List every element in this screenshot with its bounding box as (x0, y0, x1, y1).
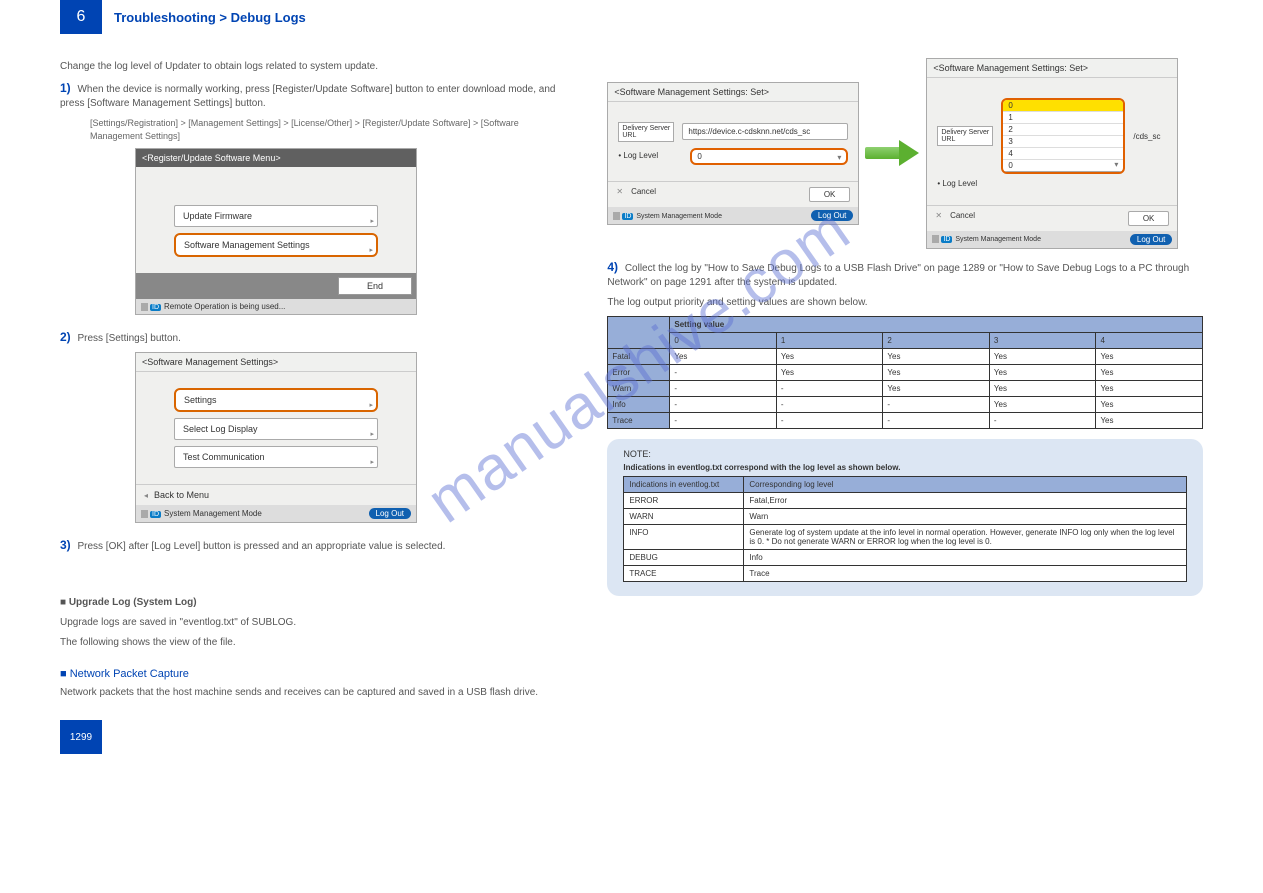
page-number-box: 1299 (60, 720, 102, 754)
mini1-logout-button[interactable]: Log Out (811, 210, 853, 221)
triangle-left-icon: ◂ (144, 491, 148, 500)
device1-status: IDRemote Operation is being used... (136, 299, 416, 314)
device2-settings-btn[interactable]: Settings▸ (174, 388, 378, 412)
network-capture-text: Network packets that the host machine se… (60, 686, 567, 700)
mini2-url-tail: /cds_sc (1133, 132, 1167, 141)
dropdown-option[interactable]: 3 (1003, 136, 1123, 148)
device1-end-button[interactable]: End (338, 277, 412, 295)
lock-icon (613, 212, 620, 220)
device2-status: IDSystem Management Mode Log Out (136, 505, 416, 522)
mini1-status: IDSystem Management Mode Log Out (608, 207, 858, 224)
table-row: WARNWarn (624, 508, 1187, 524)
dropdown-option[interactable]: 2 (1003, 124, 1123, 136)
table-row: DEBUGInfo (624, 549, 1187, 565)
mini2-status: IDSystem Management Mode Log Out (927, 231, 1177, 248)
table-row: Warn--YesYesYes (608, 380, 1203, 396)
step-1-path: [Settings/Registration] > [Management Se… (90, 117, 567, 142)
device-shot-settings: <Software Management Settings> Settings▸… (135, 352, 417, 523)
mini1-url-input[interactable]: https://device.c-cdsknn.net/cds_sc (682, 123, 848, 140)
mini2-url-label[interactable]: Delivery Server URL (937, 126, 993, 147)
note-box: NOTE: Indications in eventlog.txt corres… (607, 439, 1203, 596)
left-column: Change the log level of Updater to obtai… (60, 54, 567, 754)
priority-intro: The log output priority and setting valu… (607, 296, 1203, 310)
device2-logout-button[interactable]: Log Out (369, 508, 411, 519)
mini2-cancel-button[interactable]: Cancel (946, 209, 979, 222)
step-2: 2) Press [Settings] button. (60, 329, 567, 346)
mini2-ok-button[interactable]: OK (1128, 211, 1170, 226)
view-p1: Upgrade logs are saved in "eventlog.txt"… (60, 616, 567, 630)
view-subhead: ■ Upgrade Log (System Log) (60, 596, 567, 610)
note-table: Indications in eventlog.txt Correspondin… (623, 476, 1187, 582)
step-1: 1) When the device is normally working, … (60, 80, 567, 111)
chapter-number-box: 6 (60, 0, 102, 34)
mini2-logout-button[interactable]: Log Out (1130, 234, 1172, 245)
device2-select-log-display[interactable]: Select Log Display▸ (174, 418, 378, 440)
lock-icon (932, 235, 939, 243)
dropdown-option[interactable]: 0 (1003, 100, 1123, 112)
id-badge-icon: ID (941, 236, 952, 243)
table-row: INFOGenerate log of system update at the… (624, 524, 1187, 549)
device1-software-mgmt-settings[interactable]: Software Management Settings▸ (174, 233, 378, 257)
mini1-title: <Software Management Settings: Set> (608, 83, 858, 102)
network-capture-head: ■ Network Packet Capture (60, 668, 567, 680)
lock-icon (141, 510, 148, 518)
device1-update-firmware[interactable]: Update Firmware▸ (174, 205, 378, 227)
header-breadcrumb: Troubleshooting > Debug Logs (114, 10, 306, 25)
priority-table: Setting value 0 1 2 3 4 FatalYesYesYesYe… (607, 316, 1203, 429)
device1-title: <Register/Update Software Menu> (136, 149, 416, 167)
device2-test-communication[interactable]: Test Communication▸ (174, 446, 378, 468)
close-icon: ✕ (616, 187, 623, 196)
table-row: ERRORFatal,Error (624, 492, 1187, 508)
step-3: 3) Press [OK] after [Log Level] button i… (60, 537, 567, 554)
chevron-right-icon: ▸ (370, 458, 374, 466)
right-column: <Software Management Settings: Set> Deli… (607, 54, 1203, 754)
mini1-url-label[interactable]: Delivery Server URL (618, 122, 674, 143)
table-row: Info---YesYes (608, 396, 1203, 412)
note-title: NOTE: (623, 449, 1187, 459)
mini1-loglevel-label: • Log Level (618, 152, 682, 161)
intro-text: Change the log level of Updater to obtai… (60, 60, 567, 74)
mini2-title: <Software Management Settings: Set> (927, 59, 1177, 78)
id-badge-icon: ID (622, 213, 633, 220)
mini2-loglevel-label: • Log Level (937, 180, 1001, 189)
priority-table-header: Setting value (670, 316, 1203, 332)
chevron-down-icon: ▾ (837, 153, 841, 162)
table-row: Error-YesYesYesYes (608, 364, 1203, 380)
chevron-right-icon: ▸ (369, 401, 373, 409)
mini2-loglevel-dropdown[interactable]: 0 1 2 3 4 0 (1001, 98, 1125, 174)
chevron-right-icon: ▸ (370, 217, 374, 225)
id-badge-icon: ID (150, 511, 161, 518)
device2-back-button[interactable]: ◂ Back to Menu (136, 484, 416, 505)
id-badge-icon: ID (150, 304, 161, 311)
dropdown-option[interactable]: 1 (1003, 112, 1123, 124)
mini1-cancel-button[interactable]: Cancel (627, 185, 660, 198)
step-4: 4) Collect the log by "How to Save Debug… (607, 259, 1203, 290)
dropdown-option[interactable]: 4 (1003, 148, 1123, 160)
mini-device-closed: <Software Management Settings: Set> Deli… (607, 82, 859, 226)
lock-icon (141, 303, 148, 311)
view-p2: The following shows the view of the file… (60, 636, 567, 650)
chevron-right-icon: ▸ (369, 246, 373, 254)
device2-title: <Software Management Settings> (136, 353, 416, 372)
chevron-right-icon: ▸ (370, 430, 374, 438)
mini1-ok-button[interactable]: OK (809, 187, 851, 202)
table-row: Trace----Yes (608, 412, 1203, 428)
table-row: FatalYesYesYesYesYes (608, 348, 1203, 364)
device-shot-pair: <Software Management Settings: Set> Deli… (607, 58, 1203, 249)
mini-device-open: <Software Management Settings: Set> Deli… (926, 58, 1178, 249)
mini1-loglevel-select[interactable]: 0 ▾ (690, 148, 848, 165)
dropdown-option[interactable]: 0 (1003, 160, 1123, 172)
close-icon: ✕ (935, 211, 942, 220)
device-shot-menu: <Register/Update Software Menu> Update F… (135, 148, 417, 315)
table-row: TRACETrace (624, 565, 1187, 581)
note-subtitle: Indications in eventlog.txt correspond w… (623, 463, 1187, 472)
header: 6 Troubleshooting > Debug Logs (60, 0, 1203, 34)
arrow-right-icon (865, 140, 920, 166)
